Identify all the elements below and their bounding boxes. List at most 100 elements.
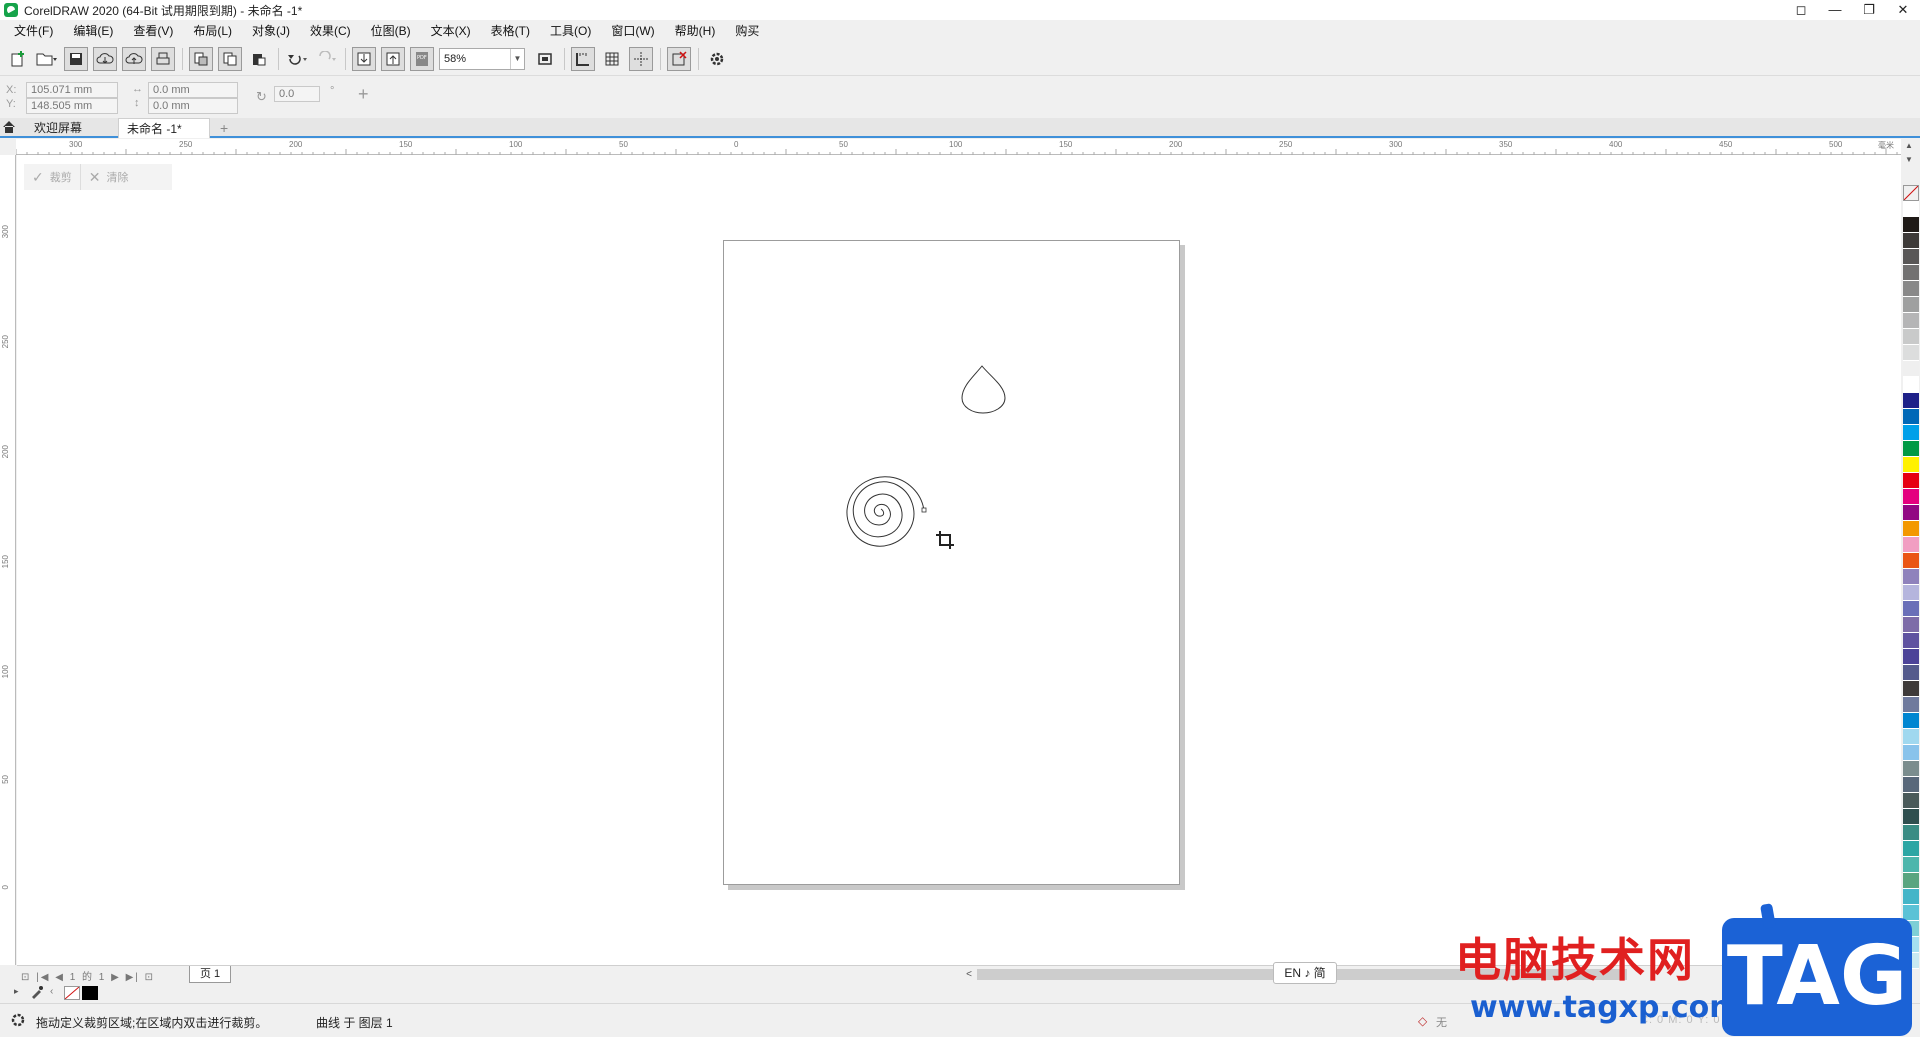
black-swatch[interactable]: [82, 986, 98, 1000]
rotation-angle-field[interactable]: 0.0: [274, 86, 320, 102]
color-swatch[interactable]: [1903, 313, 1919, 329]
color-swatch[interactable]: [1903, 761, 1919, 777]
color-swatch[interactable]: [1903, 713, 1919, 729]
no-color-swatch[interactable]: [1903, 185, 1919, 201]
page-1-tab[interactable]: 页 1: [189, 966, 232, 983]
color-swatch[interactable]: [1903, 361, 1919, 377]
color-swatch[interactable]: [1903, 521, 1919, 537]
color-swatch[interactable]: [1903, 889, 1919, 905]
cloud-search-icon[interactable]: [93, 46, 117, 71]
redo-icon[interactable]: [314, 47, 338, 71]
color-swatch[interactable]: [1903, 217, 1919, 233]
color-swatch[interactable]: [1903, 505, 1919, 521]
minimize-button[interactable]: —: [1818, 0, 1852, 20]
menu-buy[interactable]: 购买: [725, 20, 769, 42]
color-swatch[interactable]: [1903, 345, 1919, 361]
color-swatch[interactable]: [1903, 633, 1919, 649]
show-rulers-icon[interactable]: [571, 46, 595, 71]
page-navigation-controls[interactable]: ⊡ |◀ ◀ 1 的 1 ▶ ▶| ⊡: [21, 968, 155, 983]
color-swatch[interactable]: [1903, 409, 1919, 425]
menu-window[interactable]: 窗口(W): [601, 20, 664, 42]
width-field[interactable]: 0.0 mm: [148, 82, 238, 98]
color-swatch[interactable]: [1903, 841, 1919, 857]
color-swatch[interactable]: [1903, 377, 1919, 393]
color-swatch[interactable]: [1903, 249, 1919, 265]
show-grid-icon[interactable]: [600, 47, 624, 71]
zoom-level-select[interactable]: 58% ▼: [439, 47, 525, 70]
menu-edit[interactable]: 编辑(E): [63, 20, 123, 42]
color-swatch[interactable]: [1903, 425, 1919, 441]
color-swatch[interactable]: [1903, 297, 1919, 313]
scroll-down-icon[interactable]: ▼: [1905, 155, 1913, 164]
color-swatch[interactable]: [1903, 585, 1919, 601]
color-swatch[interactable]: [1903, 873, 1919, 889]
color-swatch[interactable]: [1903, 537, 1919, 553]
print-icon[interactable]: [151, 46, 175, 71]
color-swatch[interactable]: [1903, 553, 1919, 569]
color-swatch[interactable]: [1903, 201, 1919, 217]
publish-pdf-icon[interactable]: PDF: [410, 46, 434, 71]
color-swatch[interactable]: [1903, 489, 1919, 505]
horizontal-ruler[interactable]: 300 250 200 150 100 50 0 50 100 150 200 …: [16, 139, 1901, 155]
color-swatch[interactable]: [1903, 857, 1919, 873]
restore-layout-icon[interactable]: ◻: [1784, 0, 1818, 20]
vertical-ruler[interactable]: 300 250 200 150 100 50 0: [0, 155, 16, 965]
color-swatch[interactable]: [1903, 681, 1919, 697]
color-swatch[interactable]: [1903, 441, 1919, 457]
import-icon[interactable]: [352, 46, 376, 71]
close-button[interactable]: ✕: [1886, 0, 1920, 20]
menu-layout[interactable]: 布局(L): [183, 20, 242, 42]
color-swatch[interactable]: [1903, 601, 1919, 617]
color-swatch[interactable]: [1903, 569, 1919, 585]
full-screen-icon[interactable]: [533, 47, 557, 71]
x-position-field[interactable]: 105.071 mm: [26, 82, 118, 98]
export-icon[interactable]: [381, 46, 405, 71]
menu-object[interactable]: 对象(J): [242, 20, 300, 42]
scroll-palette-left-icon[interactable]: ‹: [50, 986, 53, 997]
color-swatch[interactable]: [1903, 473, 1919, 489]
color-swatch[interactable]: [1903, 825, 1919, 841]
cut-icon[interactable]: [189, 46, 213, 71]
ime-indicator[interactable]: EN ♪ 简: [1273, 962, 1337, 984]
add-preset-button[interactable]: +: [358, 84, 369, 105]
new-document-icon[interactable]: [6, 47, 30, 71]
document-page[interactable]: [723, 240, 1180, 885]
open-folder-icon[interactable]: [35, 47, 59, 71]
expand-arrow-icon[interactable]: ▸: [14, 986, 19, 997]
color-swatch[interactable]: [1903, 393, 1919, 409]
undo-icon[interactable]: [285, 47, 309, 71]
crop-button[interactable]: ✓ 裁剪: [24, 164, 81, 190]
scroll-up-icon[interactable]: ▲: [1905, 141, 1913, 150]
show-guidelines-icon[interactable]: [629, 46, 653, 71]
maximize-button[interactable]: ❐: [1852, 0, 1886, 20]
color-swatch[interactable]: [1903, 233, 1919, 249]
eyedropper-icon[interactable]: [30, 985, 44, 1002]
menu-effects[interactable]: 效果(C): [300, 20, 361, 42]
color-swatch[interactable]: [1903, 745, 1919, 761]
color-swatch[interactable]: [1903, 617, 1919, 633]
tab-welcome-screen[interactable]: 欢迎屏幕: [26, 118, 90, 138]
color-swatch[interactable]: [1903, 697, 1919, 713]
menu-bitmaps[interactable]: 位图(B): [361, 20, 421, 42]
settings-gear-icon[interactable]: [10, 1012, 26, 1031]
menu-view[interactable]: 查看(V): [123, 20, 183, 42]
snap-off-icon[interactable]: [667, 46, 691, 71]
paste-icon[interactable]: [247, 47, 271, 71]
color-swatch[interactable]: [1903, 809, 1919, 825]
color-swatch[interactable]: [1903, 329, 1919, 345]
color-swatch[interactable]: [1903, 281, 1919, 297]
tab-untitled-document[interactable]: 未命名 -1*: [118, 118, 210, 138]
color-swatch[interactable]: [1903, 777, 1919, 793]
new-tab-button[interactable]: +: [212, 118, 236, 138]
menu-tools[interactable]: 工具(O): [540, 20, 601, 42]
options-gear-icon[interactable]: [705, 47, 729, 71]
chevron-down-icon[interactable]: ▼: [510, 48, 524, 69]
scroll-left-button[interactable]: <: [963, 966, 975, 983]
color-swatch[interactable]: [1903, 793, 1919, 809]
clear-button[interactable]: ✕ 清除: [81, 164, 137, 190]
menu-text[interactable]: 文本(X): [421, 20, 481, 42]
height-field[interactable]: 0.0 mm: [148, 98, 238, 114]
y-position-field[interactable]: 148.505 mm: [26, 98, 118, 114]
menu-table[interactable]: 表格(T): [481, 20, 540, 42]
color-swatch[interactable]: [1903, 457, 1919, 473]
